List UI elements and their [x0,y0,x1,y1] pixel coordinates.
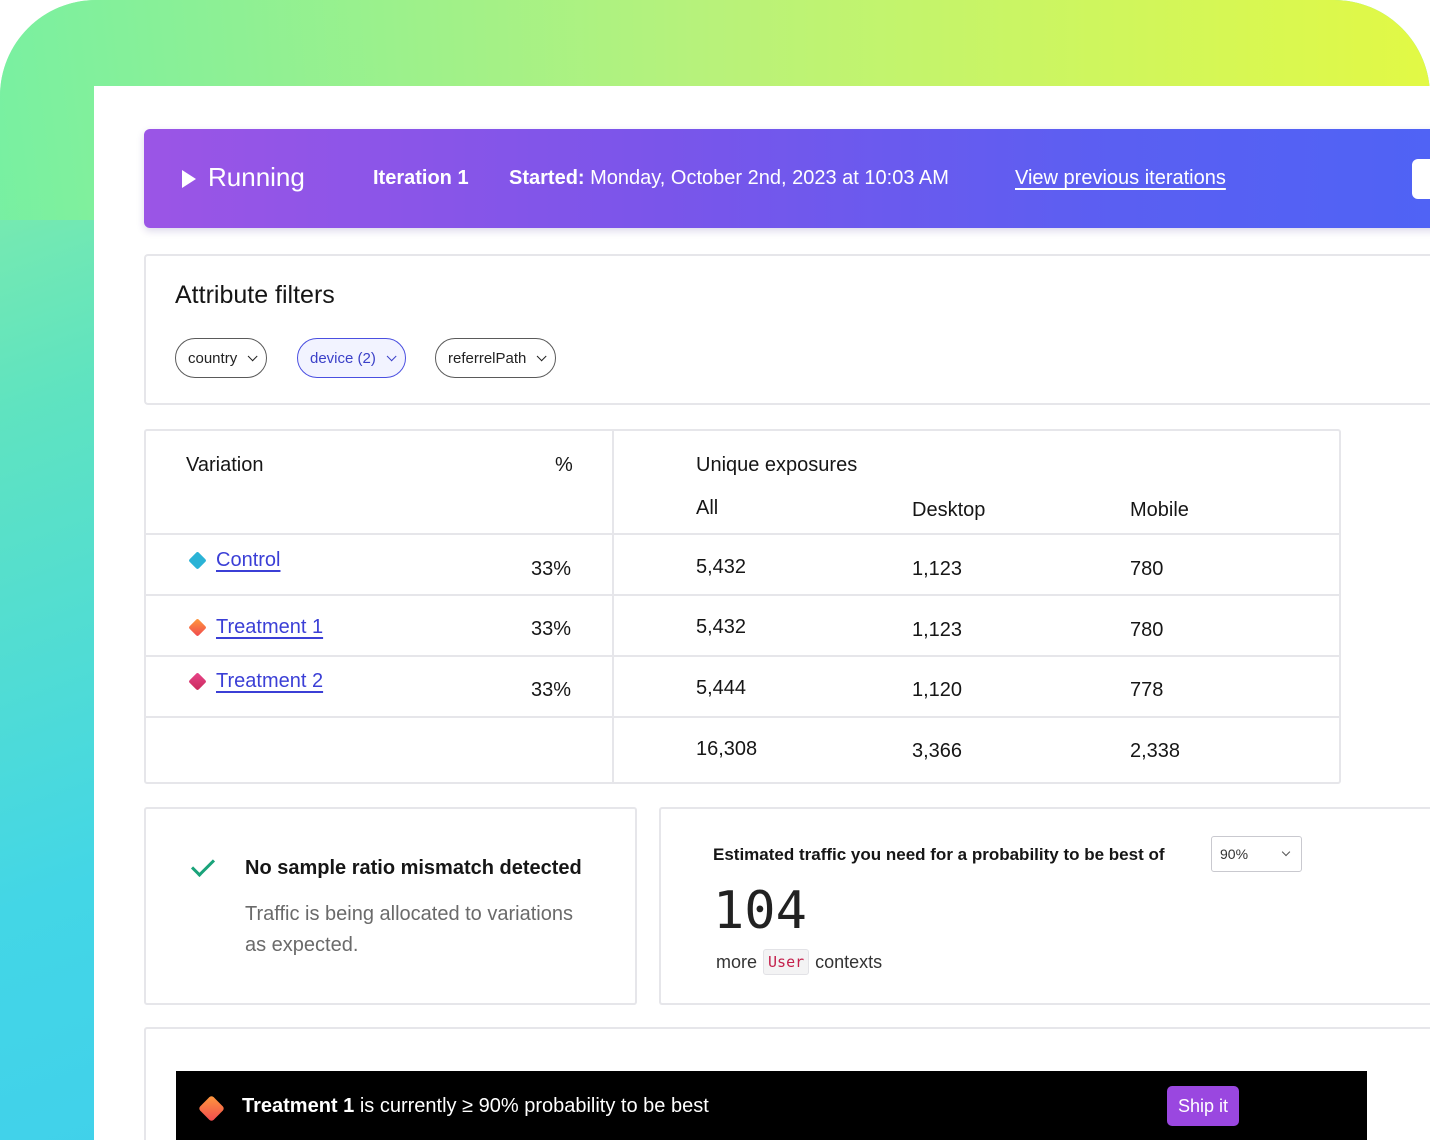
row-divider [146,655,1339,657]
treatment-1-diamond-icon [198,1095,225,1122]
filter-chip-country[interactable]: country [175,338,268,378]
filter-chip-label: referrelPath [448,349,527,367]
exposures-mobile: 778 [1130,679,1164,701]
chevron-down-icon [537,350,547,361]
exposures-desktop: 1,123 [912,558,963,580]
traffic-contexts-line: more User contexts [716,949,882,975]
winner-message: Treatment 1 is currently ≥ 90% probabili… [242,1095,709,1118]
treatment-1-diamond-icon [188,618,207,637]
chevron-down-icon [247,350,258,361]
status-action-button[interactable] [1412,159,1430,199]
chevron-down-icon [386,350,397,361]
variation-link-treatment-2[interactable]: Treatment 2 [216,670,323,693]
exposures-all: 5,432 [696,556,747,578]
exposures-table: Variation % Unique exposures All Desktop… [144,429,1341,784]
row-divider [146,594,1339,596]
probability-value: 90% [1220,846,1249,862]
row-divider [146,533,1339,535]
contexts-label: contexts [815,951,883,972]
total-desktop: 3,366 [912,740,963,762]
percent-header: % [555,454,573,476]
variation-percent: 33% [531,558,572,580]
exposures-mobile: 780 [1130,558,1164,580]
variation-header: Variation [186,454,264,476]
srm-title: No sample ratio mismatch detected [245,857,582,879]
results-card: Treatment 1 is currently ≥ 90% probabili… [144,1027,1430,1140]
attribute-filters-card: Attribute filters country device (2) ref… [144,254,1430,405]
started-value: Monday, October 2nd, 2023 at 10:03 AM [590,167,949,189]
treatment-2-diamond-icon [188,672,207,691]
view-previous-iterations-link[interactable]: View previous iterations [1015,167,1226,190]
more-label: more [716,951,758,972]
row-divider [146,716,1339,718]
filter-chip-device[interactable]: device (2) [297,338,406,378]
experiment-status-bar: Running Iteration 1 Started: Monday, Oct… [144,129,1430,228]
exposures-all: 5,432 [696,616,747,638]
play-icon [182,170,196,188]
chevron-down-icon [1281,847,1291,857]
variation-percent: 33% [531,679,572,701]
column-header-desktop: Desktop [912,499,986,521]
winner-name: Treatment 1 [242,1095,355,1117]
winner-banner: Treatment 1 is currently ≥ 90% probabili… [176,1071,1367,1140]
variation-percent: 33% [531,618,572,640]
started-label: Started: [509,167,585,189]
exposures-desktop: 1,120 [912,679,963,701]
experiment-panel: Running Iteration 1 Started: Monday, Oct… [94,86,1430,1140]
filter-chip-label: country [188,349,238,367]
traffic-estimate-card: Estimated traffic you need for a probabi… [659,807,1430,1005]
started-info: Started: Monday, October 2nd, 2023 at 10… [509,167,949,190]
column-header-all: All [696,497,719,519]
variation-link-control[interactable]: Control [216,549,280,572]
filter-chip-label: device (2) [310,349,376,367]
context-kind-code: User [763,949,810,975]
unique-exposures-header: Unique exposures [696,454,858,476]
status-label: Running [208,162,305,192]
ship-it-button[interactable]: Ship it [1167,1086,1240,1126]
srm-description: Traffic is being allocated to variations… [245,903,573,956]
total-mobile: 2,338 [1130,740,1181,762]
traffic-estimate-label: Estimated traffic you need for a probabi… [713,845,1165,864]
variation-link-treatment-1[interactable]: Treatment 1 [216,616,323,639]
probability-select[interactable]: 90% [1211,836,1302,872]
total-all: 16,308 [696,738,758,760]
exposures-mobile: 780 [1130,619,1164,641]
column-header-mobile: Mobile [1130,499,1189,521]
srm-check-card: No sample ratio mismatch detected Traffi… [144,807,637,1005]
filter-chip-referrelpath[interactable]: referrelPath [435,338,557,378]
iteration-label: Iteration 1 [373,167,469,189]
attribute-filters-title: Attribute filters [175,281,335,309]
winner-text: is currently ≥ 90% probability to be bes… [359,1095,709,1117]
control-diamond-icon [188,551,207,570]
column-divider [612,431,614,782]
exposures-all: 5,444 [696,677,747,699]
check-icon [190,852,216,878]
traffic-needed-number: 104 [713,881,807,941]
exposures-desktop: 1,123 [912,619,963,641]
